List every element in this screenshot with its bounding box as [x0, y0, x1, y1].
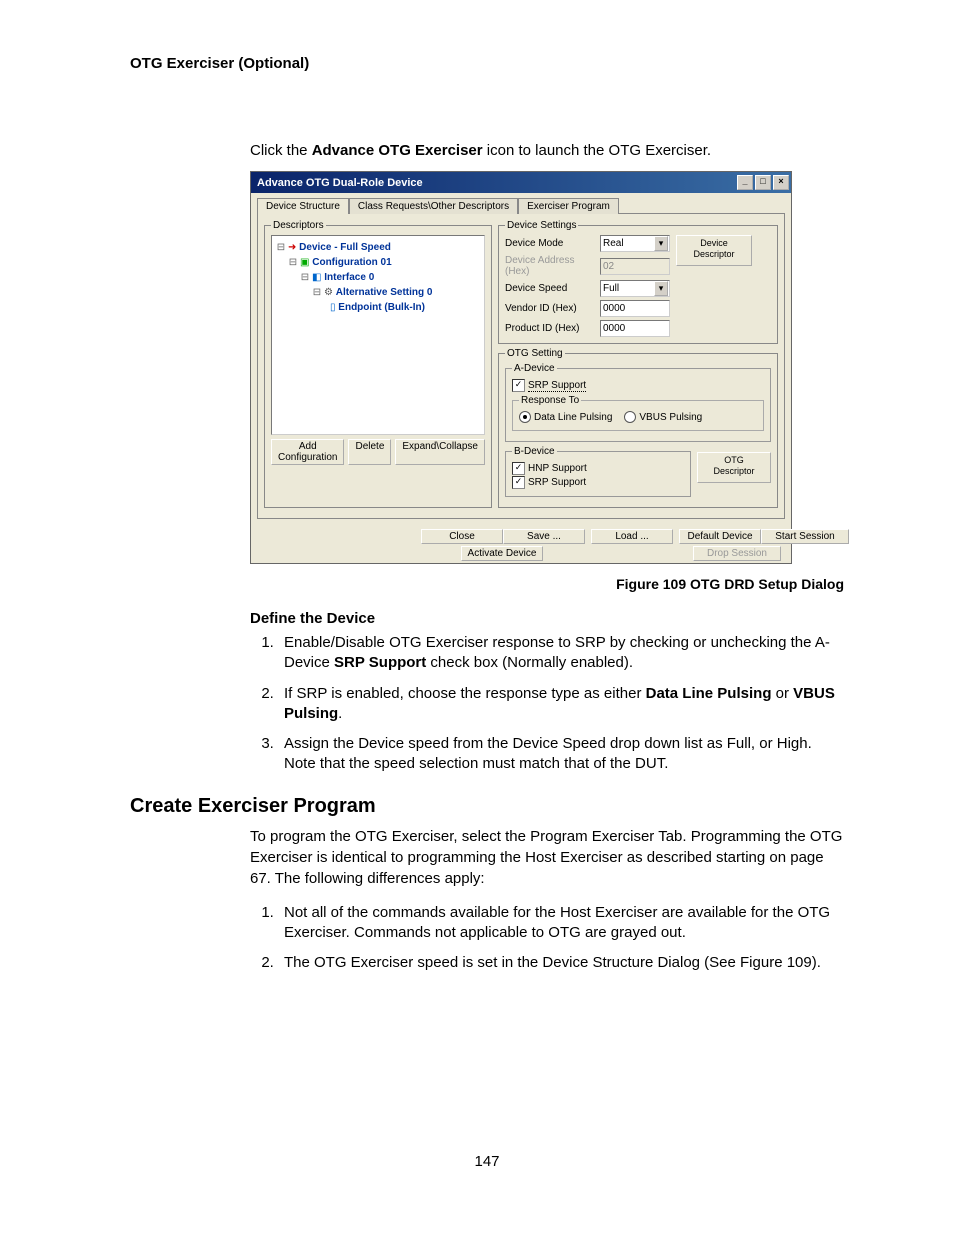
tab-device-structure[interactable]: Device Structure [257, 198, 349, 214]
tree-alt[interactable]: Alternative Setting 0 [336, 287, 433, 298]
load-button[interactable]: Load ... [591, 529, 673, 544]
vendor-id-input[interactable]: 0000 [600, 300, 670, 317]
vbus-pulsing-label: VBUS Pulsing [639, 412, 702, 423]
device-speed-combo[interactable]: Full [600, 280, 670, 297]
device-address-input: 02 [600, 258, 670, 275]
hnp-support-checkbox[interactable]: ✓ [512, 462, 525, 475]
create-exerciser-para: To program the OTG Exerciser, select the… [250, 826, 844, 889]
maximize-icon[interactable]: □ [755, 175, 771, 190]
intro-post: icon to launch the OTG Exerciser. [483, 142, 711, 159]
minimize-icon[interactable]: _ [737, 175, 753, 190]
srp-support-checkbox[interactable]: ✓ [512, 379, 525, 392]
b-srp-support-label: SRP Support [528, 477, 586, 488]
otg-dialog: Advance OTG Dual-Role Device _ □ × Devic… [250, 171, 792, 564]
tree-endpoint[interactable]: Endpoint (Bulk-In) [338, 302, 425, 313]
close-icon[interactable]: × [773, 175, 789, 190]
tree-interface[interactable]: Interface 0 [324, 272, 374, 283]
b-srp-support-checkbox[interactable]: ✓ [512, 476, 525, 489]
define-step-2: If SRP is enabled, choose the response t… [278, 684, 844, 725]
create-exerciser-steps: Not all of the commands available for th… [278, 903, 844, 974]
device-speed-label: Device Speed [505, 283, 600, 294]
default-device-button[interactable]: Default Device [679, 529, 761, 544]
product-id-input[interactable]: 0000 [600, 320, 670, 337]
device-mode-label: Device Mode [505, 238, 600, 249]
data-line-pulsing-label: Data Line Pulsing [534, 412, 612, 423]
intro-text: Click the Advance OTG Exerciser icon to … [250, 142, 844, 159]
start-session-button[interactable]: Start Session [761, 529, 849, 544]
define-steps: Enable/Disable OTG Exerciser response to… [278, 633, 844, 775]
response-to-legend: Response To [519, 395, 581, 406]
expand-collapse-button[interactable]: Expand\Collapse [395, 439, 485, 465]
drop-session-button: Drop Session [693, 546, 781, 561]
figure-caption: Figure 109 OTG DRD Setup Dialog [130, 576, 844, 592]
delete-button[interactable]: Delete [348, 439, 391, 465]
define-device-heading: Define the Device [250, 610, 844, 627]
intro-bold: Advance OTG Exerciser [312, 142, 483, 159]
otg-descriptor-button[interactable]: OTG Descriptor [697, 452, 771, 483]
b-device-legend: B-Device [512, 446, 557, 457]
add-configuration-button[interactable]: Add Configuration [271, 439, 344, 465]
descriptors-legend: Descriptors [271, 220, 326, 231]
srp-support-label: SRP Support [528, 380, 586, 392]
define-step-1: Enable/Disable OTG Exerciser response to… [278, 633, 844, 674]
tab-class-requests[interactable]: Class Requests\Other Descriptors [349, 198, 518, 214]
device-mode-combo[interactable]: Real [600, 235, 670, 252]
activate-device-button[interactable]: Activate Device [461, 546, 544, 561]
tree-config[interactable]: Configuration 01 [312, 257, 391, 268]
vbus-pulsing-radio[interactable] [624, 411, 636, 423]
tab-exerciser-program[interactable]: Exerciser Program [518, 198, 619, 214]
create-exerciser-heading: Create Exerciser Program [130, 795, 844, 818]
tab-bar: Device Structure Class Requests\Other De… [251, 193, 791, 213]
device-settings-legend: Device Settings [505, 220, 578, 231]
data-line-pulsing-radio[interactable] [519, 411, 531, 423]
product-id-label: Product ID (Hex) [505, 323, 600, 334]
save-button[interactable]: Save ... [503, 529, 585, 544]
descriptor-tree[interactable]: ⊟➜ Device - Full Speed ⊟▣ Configuration … [271, 235, 485, 435]
create-step-1: Not all of the commands available for th… [278, 903, 844, 944]
titlebar: Advance OTG Dual-Role Device _ □ × [251, 172, 791, 193]
device-descriptor-button[interactable]: Device Descriptor [676, 235, 752, 266]
device-settings-group: Device Settings Device Mode Real Device … [498, 220, 778, 344]
a-device-legend: A-Device [512, 363, 557, 374]
define-step-3: Assign the Device speed from the Device … [278, 734, 844, 775]
create-step-2: The OTG Exerciser speed is set in the De… [278, 953, 844, 973]
intro-pre: Click the [250, 142, 312, 159]
close-button[interactable]: Close [421, 529, 503, 544]
otg-setting-legend: OTG Setting [505, 348, 565, 359]
hnp-support-label: HNP Support [528, 463, 587, 474]
vendor-id-label: Vendor ID (Hex) [505, 303, 600, 314]
otg-setting-group: OTG Setting A-Device ✓ SRP Support Respo… [498, 348, 778, 508]
device-address-label: Device Address (Hex) [505, 255, 600, 277]
window-title: Advance OTG Dual-Role Device [257, 177, 737, 189]
tree-device[interactable]: Device - Full Speed [299, 242, 391, 253]
page-number: 147 [130, 1153, 844, 1170]
descriptors-group: Descriptors ⊟➜ Device - Full Speed ⊟▣ Co… [264, 220, 492, 508]
page-header: OTG Exerciser (Optional) [130, 55, 844, 72]
